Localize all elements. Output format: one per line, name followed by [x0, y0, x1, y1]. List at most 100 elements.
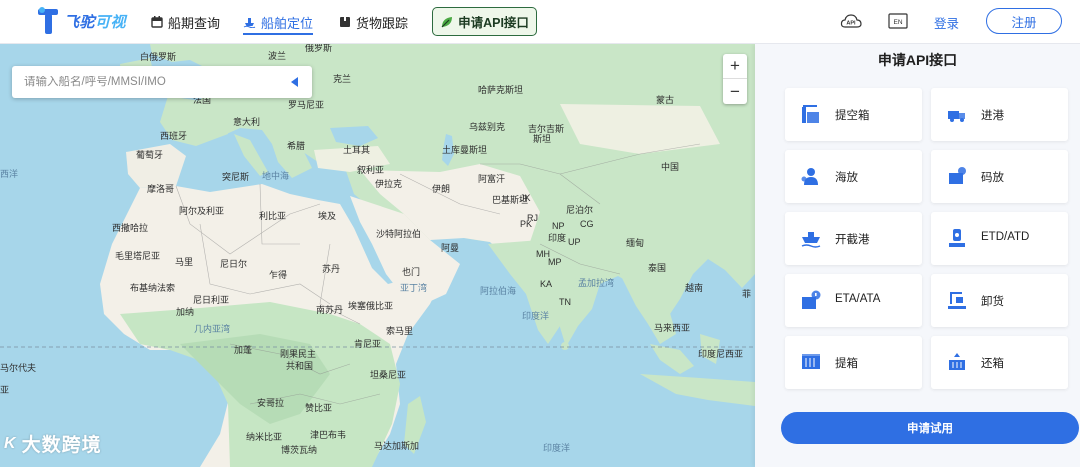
map-label: 西班牙 [160, 131, 188, 141]
map-label: 尼日尔 [220, 259, 248, 269]
map-label: 亚丁湾 [400, 283, 428, 293]
map-label: 土库曼斯坦 [442, 145, 488, 155]
map-label: NP [552, 221, 565, 231]
api-card-customs-release[interactable]: 海放 [785, 150, 922, 203]
api-card-empty-container[interactable]: 提空箱 [785, 88, 922, 141]
map-label: 西洋 [0, 169, 19, 179]
map-label: 波兰 [268, 51, 287, 61]
api-card-label: 开截港 [835, 234, 870, 246]
watermark: K 大数跨境 [4, 430, 102, 457]
brand-logo[interactable]: 飞驼可视 [36, 6, 126, 36]
ship-search-input[interactable] [24, 76, 274, 88]
arrival-icon [802, 290, 821, 309]
map-label: 哈萨克斯坦 [478, 85, 524, 95]
watermark-logo-icon: K [4, 434, 17, 452]
api-card-gate-in[interactable]: 进港 [931, 88, 1068, 141]
map-label: 阿尔及利亚 [179, 206, 225, 216]
map-label: 也门 [402, 267, 421, 277]
map-label: 阿拉伯海 [480, 286, 517, 296]
login-link[interactable]: 登录 [934, 13, 959, 32]
map-label: MP [548, 257, 562, 267]
map-label: 泰国 [648, 263, 667, 273]
map-label: 沙特阿拉伯 [376, 229, 422, 239]
api-icon-text: API [846, 21, 856, 27]
api-card-container-pickup[interactable]: 提箱 [785, 336, 922, 389]
map-label: 孟加拉湾 [578, 278, 615, 288]
map-label: 吉尔吉斯 [528, 124, 565, 134]
map-label: 地中海 [262, 171, 290, 181]
api-card-port-cutoff[interactable]: 开截港 [785, 212, 922, 265]
leaf-plug-icon [440, 15, 454, 29]
apply-trial-button[interactable]: 申请试用 [781, 412, 1079, 444]
map-label: 克兰 [333, 74, 352, 84]
map-label: 阿富汗 [478, 174, 506, 184]
nav-ship-position[interactable]: 船舶定位 [243, 0, 314, 44]
world-map[interactable]: 白俄罗斯 波兰 俄罗斯 克兰 罗马尼亚 法国 哈萨克斯坦 蒙古 意大利 乌兹别克… [0, 44, 755, 467]
map-label: 印度尼西亚 [698, 349, 744, 359]
map-label: 叙利亚 [357, 165, 385, 175]
language-switch-icon[interactable]: EN [887, 11, 909, 33]
api-card-arrival[interactable]: ETA/ATA [785, 274, 922, 327]
zoom-control: + − [723, 54, 747, 104]
nav-schedule[interactable]: 船期查询 [151, 0, 220, 44]
map-label: 希腊 [287, 141, 306, 151]
collapse-arrow-icon[interactable] [291, 77, 298, 87]
map-label: 伊朗 [432, 184, 451, 194]
map-label: 印度 [548, 233, 567, 243]
zoom-in-button[interactable]: + [723, 54, 747, 79]
api-apply-panel: 申请API接口 提空箱 进港 海放 码放 开截港 ETD/ATD ETA/ATA… [755, 44, 1080, 467]
api-card-label: 提箱 [835, 358, 858, 370]
map-label: 索马里 [386, 326, 414, 336]
map-label: 埃塞俄比亚 [348, 301, 394, 311]
api-card-terminal-release[interactable]: 码放 [931, 150, 1068, 203]
map-label: 中国 [661, 162, 680, 172]
panel-title: 申请API接口 [877, 52, 958, 68]
map-label: UP [568, 237, 581, 247]
nav-cargo-tracking[interactable]: 货物跟踪 [339, 0, 408, 44]
map-label: 印度洋 [543, 443, 571, 453]
map-label: 马来西亚 [654, 323, 691, 333]
map-label: 津巴布韦 [310, 430, 347, 440]
map-label: 白俄罗斯 [140, 52, 177, 62]
unloading-icon [948, 292, 966, 309]
map-label: 突尼斯 [222, 172, 250, 182]
zoom-out-button[interactable]: − [723, 79, 747, 104]
map-label: CG [580, 219, 594, 229]
customs-release-icon [801, 168, 818, 185]
map-label: 刚果民主 [280, 349, 317, 359]
map-label: 加纳 [176, 307, 195, 317]
map-label: 共和国 [286, 361, 314, 371]
map-label: 罗马尼亚 [288, 100, 325, 110]
api-card-departure[interactable]: ETD/ATD [931, 212, 1068, 265]
map-label: 亚 [0, 385, 10, 395]
api-cloud-icon[interactable]: API [840, 11, 862, 33]
map-label: 纳米比亚 [246, 432, 283, 442]
apply-api-nav-button[interactable]: 申请API接口 [432, 7, 537, 36]
map-label: 马尔代夫 [0, 363, 37, 373]
brand-name: 飞驼可视 [64, 11, 126, 32]
nav-ship-position-label: 船舶定位 [261, 15, 314, 31]
box-icon [339, 16, 351, 28]
register-button[interactable]: 注册 [986, 8, 1062, 34]
logo-mark-icon [36, 6, 62, 36]
ship-search-box [12, 66, 312, 98]
api-card-label: 提空箱 [835, 110, 870, 122]
map-label: 苏丹 [322, 264, 341, 274]
map-label: 马里 [175, 257, 194, 267]
map-label: 马达加斯加 [374, 441, 420, 451]
map-label: KA [540, 279, 553, 289]
map-label: 乍得 [269, 270, 288, 280]
terminal-release-icon [949, 167, 966, 184]
calendar-icon [151, 16, 163, 28]
map-label: 俄罗斯 [305, 44, 333, 53]
api-card-container-return[interactable]: 还箱 [931, 336, 1068, 389]
api-card-label: ETA/ATA [835, 293, 881, 305]
map-label: 阿曼 [441, 243, 460, 253]
apply-api-nav-label: 申请API接口 [458, 16, 529, 30]
departure-icon [949, 229, 965, 247]
map-label: 几内亚湾 [194, 324, 231, 334]
map-label: 越南 [685, 283, 704, 293]
map-label: 尼日利亚 [193, 295, 230, 305]
map-label: RJ [527, 213, 538, 223]
api-card-unloading[interactable]: 卸货 [931, 274, 1068, 327]
